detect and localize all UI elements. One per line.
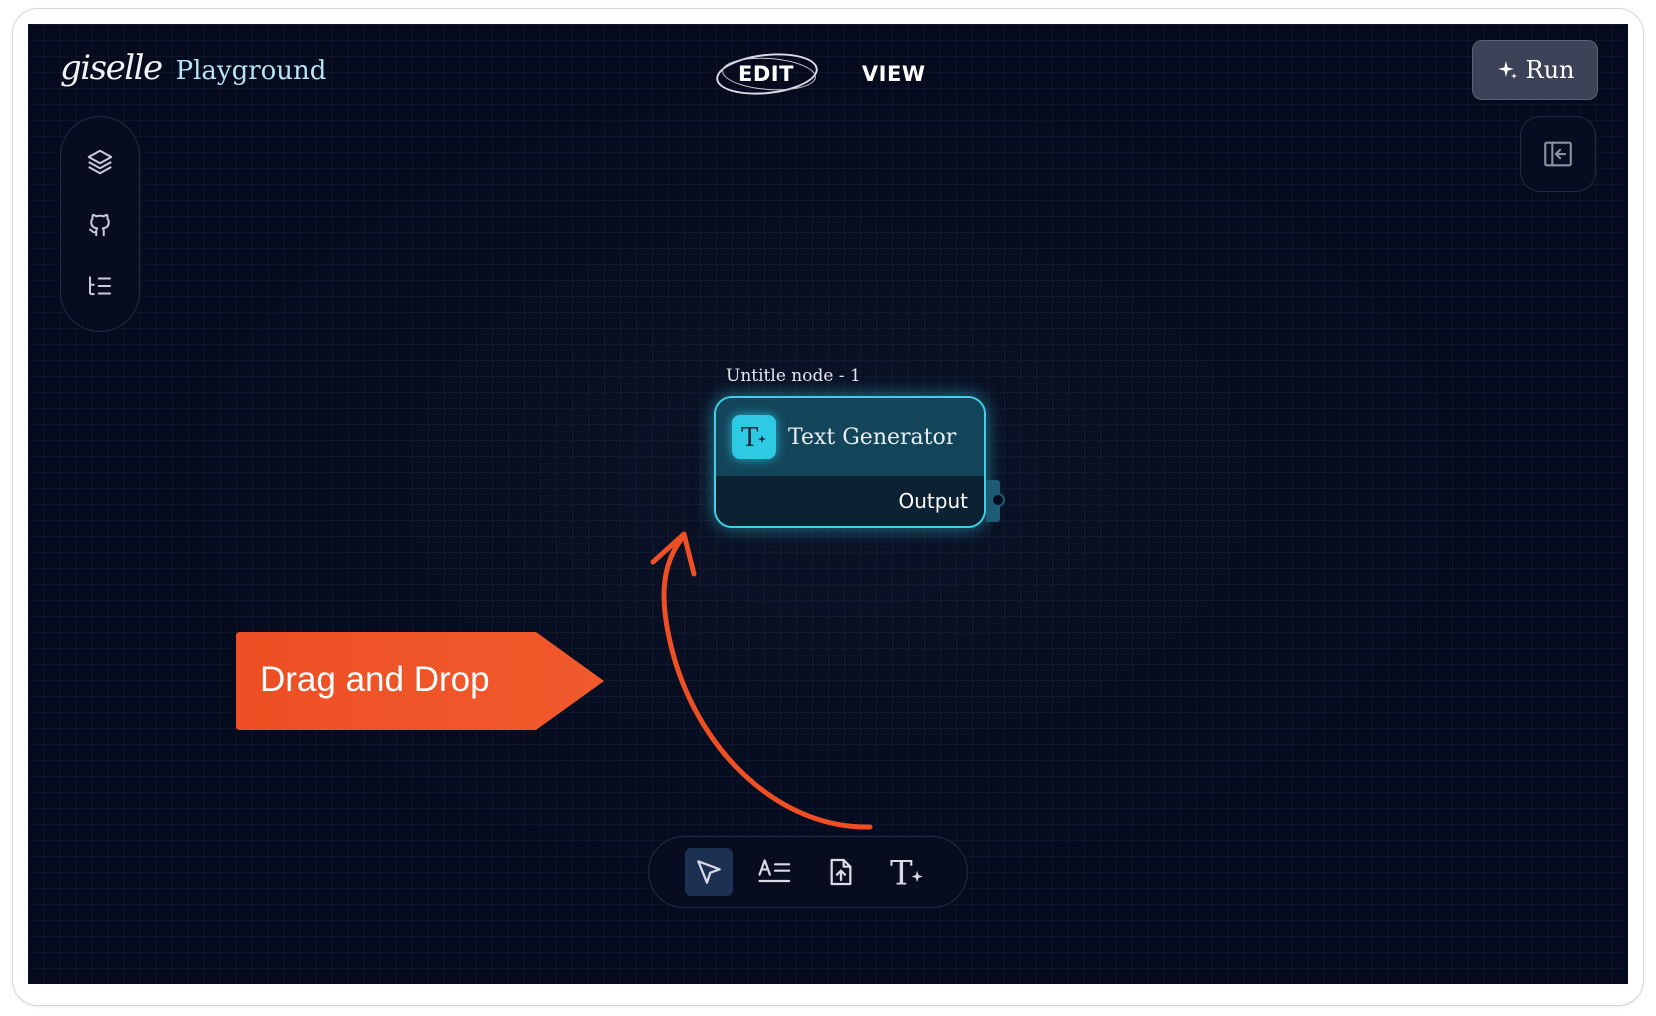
pointer-icon [697, 860, 721, 884]
file-upload-icon [830, 858, 852, 886]
github-icon[interactable] [84, 208, 116, 240]
node-type-label: Text Generator [788, 424, 957, 450]
text-input-tool-button[interactable] [751, 848, 799, 896]
run-label: Run [1525, 56, 1575, 84]
drag-and-drop-callout: Drag and Drop [236, 632, 606, 730]
output-label: Output [898, 489, 968, 513]
app-logo: giselle Playground [60, 48, 326, 96]
panel-collapse-button[interactable] [1520, 116, 1596, 192]
callout-text: Drag and Drop [260, 660, 490, 699]
text-generator-icon: T [732, 415, 776, 459]
list-tree-icon[interactable] [84, 270, 116, 302]
run-button[interactable]: Run [1472, 40, 1598, 100]
text-generator-tool-icon: T [890, 854, 923, 890]
output-handle[interactable] [991, 493, 1005, 507]
svg-text:T: T [890, 854, 913, 890]
pointer-tool-button[interactable] [685, 848, 733, 896]
text-generator-node[interactable]: T Text Generator Output [714, 396, 986, 528]
node-header: T Text Generator [716, 398, 984, 476]
node-title: Untitle node - 1 [726, 366, 861, 386]
tab-edit[interactable]: EDIT [718, 52, 814, 96]
sparkle-icon [1497, 61, 1517, 79]
logo-subtitle: Playground [175, 56, 327, 86]
bottom-toolbar: T [648, 836, 968, 908]
node-footer: Output [716, 476, 984, 526]
svg-text:T: T [741, 423, 759, 453]
layers-icon[interactable] [84, 146, 116, 178]
panel-collapse-icon [1544, 141, 1572, 167]
text-generator-tool-button[interactable]: T [883, 848, 931, 896]
workspace-canvas[interactable]: giselle Playground EDIT VIEW Run Untitle… [28, 24, 1628, 984]
left-toolbar [60, 116, 140, 332]
logo-text: giselle [60, 48, 163, 88]
file-upload-tool-button[interactable] [817, 848, 865, 896]
text-input-icon [758, 859, 791, 883]
tab-view[interactable]: VIEW [842, 52, 946, 96]
mode-tabs: EDIT VIEW [718, 52, 946, 96]
